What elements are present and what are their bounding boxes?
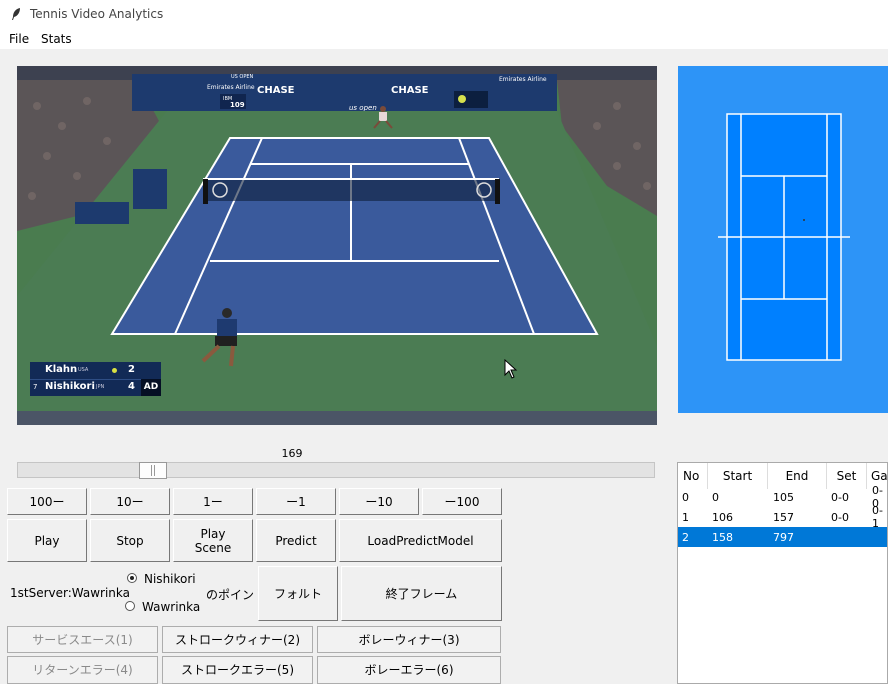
ad-text: US OPEN <box>231 74 254 80</box>
player-country: JPN <box>96 384 105 390</box>
radio-wawrinka-label[interactable]: Wawrinka <box>142 600 200 614</box>
cell-set: 0-0 <box>831 510 849 524</box>
slider-thumb[interactable] <box>139 462 167 479</box>
ad-text: us open <box>349 104 377 112</box>
cell-no: 1 <box>682 510 689 524</box>
player-name: Klahn <box>45 364 78 375</box>
ad-text: 109 <box>230 101 245 109</box>
cell-start: 158 <box>712 530 733 544</box>
menu-stats[interactable]: Stats <box>41 32 72 46</box>
play-scene-button[interactable]: Play Scene <box>173 519 253 562</box>
ad-text: CHASE <box>257 85 295 96</box>
video-frame[interactable]: Emirates Airline CHASE CHASE Emirates Ai… <box>17 66 657 425</box>
back-100-button[interactable]: 100ー <box>7 488 87 515</box>
forward-10-button[interactable]: ー10 <box>339 488 419 515</box>
predict-button[interactable]: Predict <box>256 519 336 562</box>
cell-start: 106 <box>712 510 733 524</box>
table-row[interactable]: 0 0 105 0-0 0-0 <box>678 484 887 510</box>
return-error-button[interactable]: リターンエラー(4) <box>7 656 158 684</box>
court-diagram-panel <box>678 66 888 413</box>
court-diagram <box>718 113 850 361</box>
score-row: Klahn USA 2 <box>30 362 161 380</box>
frame-slider[interactable] <box>17 462 655 478</box>
forward-1-button[interactable]: ー1 <box>256 488 336 515</box>
forward-100-button[interactable]: ー100 <box>422 488 502 515</box>
column-header-end[interactable]: End <box>768 463 827 489</box>
cell-end: 105 <box>773 490 794 504</box>
player-score: 4 <box>128 381 135 392</box>
cell-no: 0 <box>682 490 689 504</box>
ad-text: CHASE <box>391 85 429 96</box>
score-row: 7 Nishikori JPN 4 AD <box>30 379 161 396</box>
ball-marker <box>803 219 805 221</box>
stop-button[interactable]: Stop <box>90 519 170 562</box>
radio-nishikori-label[interactable]: Nishikori <box>144 572 196 586</box>
ad-text: Emirates Airline <box>499 76 547 83</box>
first-server-label: 1stServer:Wawrinka <box>10 586 131 600</box>
cell-game: 0-1 <box>872 504 883 530</box>
back-10-button[interactable]: 10ー <box>90 488 170 515</box>
scoreboard: Klahn USA 2 7 Nishikori JPN 4 AD <box>30 362 161 396</box>
end-frame-button[interactable]: 終了フレーム <box>341 566 502 621</box>
player-seed: 7 <box>33 383 38 391</box>
scene-table[interactable]: No Start End Set Gar 0 0 105 0-0 0-0 1 1… <box>677 462 888 684</box>
serve-indicator <box>112 368 117 373</box>
menu-bar: File Stats <box>0 30 888 49</box>
column-header-start[interactable]: Start <box>708 463 768 489</box>
load-predict-model-button[interactable]: LoadPredictModel <box>339 519 502 562</box>
stroke-winner-button[interactable]: ストロークウィナー(2) <box>162 626 313 653</box>
column-header-set[interactable]: Set <box>827 463 867 489</box>
advantage-badge: AD <box>141 379 161 396</box>
volley-winner-button[interactable]: ボレーウィナー(3) <box>317 626 501 653</box>
point-label: のポイント <box>206 588 267 602</box>
ad-text: Emirates Airline <box>207 84 255 91</box>
radio-nishikori[interactable] <box>127 573 137 583</box>
volley-error-button[interactable]: ボレーエラー(6) <box>317 656 501 684</box>
column-header-no[interactable]: No <box>678 463 708 489</box>
feather-icon <box>12 8 20 20</box>
stroke-error-button[interactable]: ストロークエラー(5) <box>162 656 313 684</box>
fault-button[interactable]: フォルト <box>258 566 338 621</box>
cell-set: 0-0 <box>831 490 849 504</box>
table-row-selected[interactable]: 2 158 797 <box>678 527 887 547</box>
play-button[interactable]: Play <box>7 519 87 562</box>
cell-no: 2 <box>682 530 689 544</box>
radio-wawrinka[interactable] <box>125 601 135 611</box>
menu-file[interactable]: File <box>9 32 29 46</box>
table-row[interactable]: 1 106 157 0-0 0-1 <box>678 504 887 530</box>
service-ace-button[interactable]: サービスエース(1) <box>7 626 158 653</box>
frame-slider-value: 169 <box>281 447 303 460</box>
cell-start: 0 <box>712 490 719 504</box>
cell-end: 157 <box>773 510 794 524</box>
player-country: USA <box>78 367 89 373</box>
cell-end: 797 <box>773 530 794 544</box>
mouse-cursor-icon <box>504 359 518 379</box>
back-1-button[interactable]: 1ー <box>173 488 253 515</box>
title-bar: Tennis Video Analytics <box>0 0 888 30</box>
player-score: 2 <box>128 364 135 375</box>
window-title: Tennis Video Analytics <box>30 7 164 21</box>
player-name: Nishikori <box>45 381 95 392</box>
